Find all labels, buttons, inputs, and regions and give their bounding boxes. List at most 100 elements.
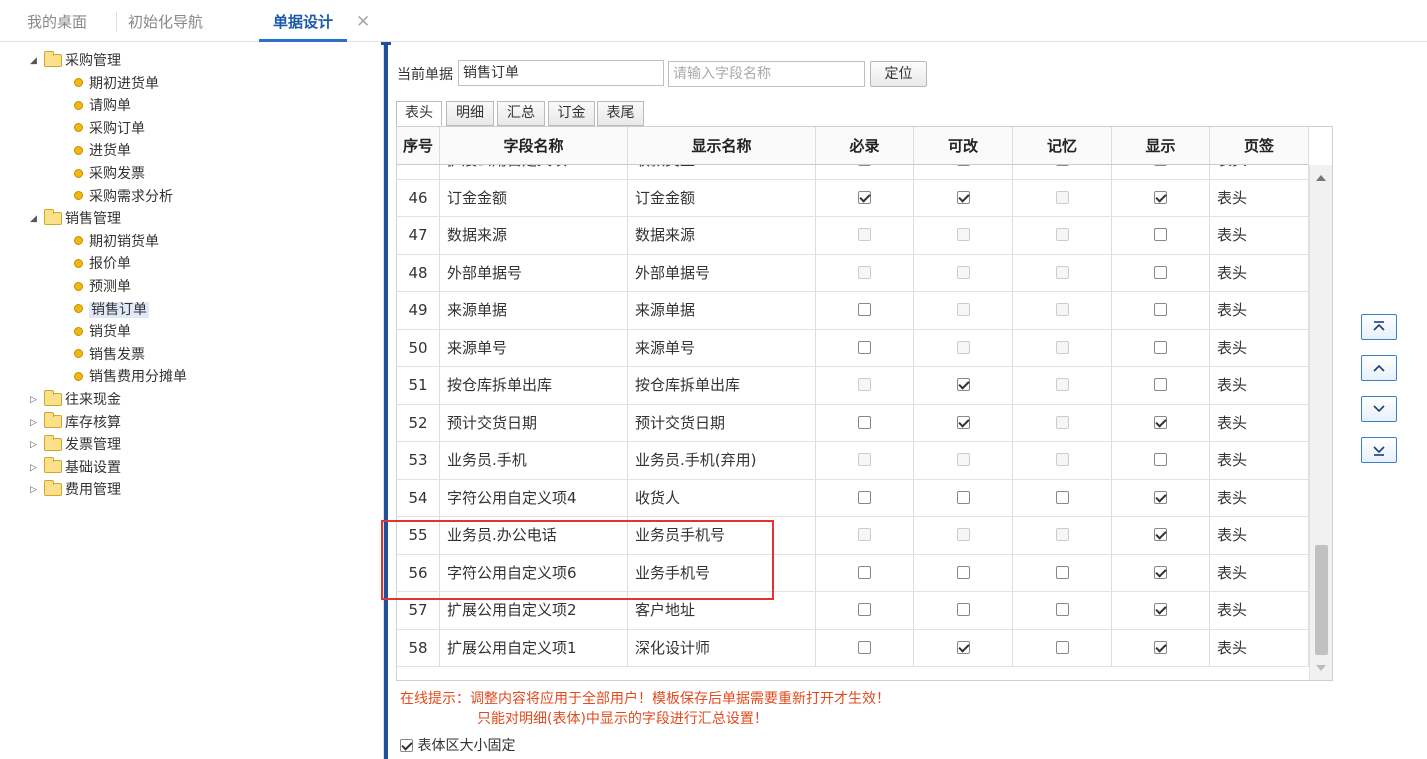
cell-page[interactable]: 表头 [1210, 254, 1309, 291]
cell-display[interactable]: 收货人 [628, 479, 816, 516]
tab-my-desktop[interactable]: 我的桌面 [27, 0, 87, 41]
cell-display[interactable]: 深化设计师 [628, 629, 816, 666]
fixed-size-checkbox[interactable] [400, 738, 413, 752]
required-checkbox[interactable] [858, 340, 871, 354]
memory-checkbox[interactable] [1055, 565, 1069, 579]
subtab-detail[interactable]: 明细 [446, 101, 494, 126]
tree-item[interactable]: 采购需求分析 [74, 186, 173, 208]
tree-item[interactable]: 采购订单 [74, 118, 145, 140]
cell-page[interactable]: 表头 [1210, 442, 1309, 479]
locate-button[interactable]: 定位 [870, 61, 927, 87]
table-row[interactable]: 50 来源单号 来源单号 表头 [397, 329, 1309, 367]
expand-icon[interactable]: ▷ [30, 412, 40, 434]
show-checkbox[interactable] [1154, 303, 1167, 316]
show-checkbox[interactable] [1154, 340, 1167, 354]
cell-page[interactable]: 表头 [1210, 292, 1309, 329]
show-checkbox[interactable] [1154, 528, 1167, 541]
tab-init-nav[interactable]: 初始化导航 [128, 0, 203, 41]
show-checkbox[interactable] [1154, 603, 1167, 616]
show-checkbox[interactable] [1154, 190, 1167, 204]
tree-item[interactable]: 报价单 [74, 253, 131, 275]
show-checkbox[interactable] [1154, 378, 1167, 391]
memory-checkbox[interactable] [1055, 640, 1069, 654]
show-checkbox[interactable] [1154, 228, 1167, 241]
subtab-deposit[interactable]: 订金 [548, 101, 595, 126]
move-bottom-button[interactable] [1361, 437, 1397, 463]
table-row[interactable]: 51 按仓库拆单出库 按仓库拆单出库 表头 [397, 367, 1309, 405]
grid-scrollbar[interactable] [1309, 165, 1332, 680]
tree-item[interactable]: 采购发票 [74, 163, 145, 185]
table-row[interactable]: 48 外部单据号 外部单据号 表头 [397, 254, 1309, 292]
editable-checkbox[interactable] [956, 490, 970, 504]
editable-checkbox[interactable] [956, 190, 970, 204]
cell-display[interactable]: 收款类型 [628, 165, 816, 179]
tree-group[interactable]: ▷ 库存核算 [30, 412, 121, 434]
fixed-size-option[interactable]: 表体区大小固定 [400, 735, 515, 755]
tree-group[interactable]: ▷ 往来现金 [30, 389, 121, 411]
cell-display[interactable]: 订金金额 [628, 179, 816, 216]
cell-display[interactable]: 按仓库拆单出库 [628, 367, 816, 404]
tree-item[interactable]: 销货单 [74, 321, 131, 343]
tab-form-design[interactable]: 单据设计 [259, 0, 348, 42]
scroll-thumb[interactable] [1315, 545, 1328, 655]
required-checkbox[interactable] [858, 603, 871, 616]
table-row[interactable]: 58 扩展公用自定义项1 深化设计师 表头 [397, 629, 1309, 667]
expand-icon[interactable]: ▷ [30, 434, 40, 456]
subtab-header[interactable]: 表头 [396, 101, 442, 126]
cell-page[interactable]: 表头 [1210, 592, 1309, 629]
required-checkbox[interactable] [858, 190, 871, 204]
col-memory[interactable]: 记忆 [1013, 127, 1112, 164]
cell-display[interactable]: 来源单号 [628, 329, 816, 366]
required-checkbox[interactable] [858, 565, 871, 579]
tree-item[interactable]: 期初销货单 [74, 231, 159, 253]
show-checkbox[interactable] [1154, 453, 1167, 466]
tree-group[interactable]: ▷ 基础设置 [30, 457, 121, 479]
tree-item[interactable]: 销售费用分摊单 [74, 366, 187, 388]
required-checkbox[interactable] [858, 640, 871, 654]
expand-icon[interactable]: ▷ [30, 389, 40, 411]
editable-checkbox[interactable] [956, 415, 970, 429]
cell-page[interactable]: 表头 [1210, 179, 1309, 216]
col-required[interactable]: 必录 [816, 127, 914, 164]
col-show[interactable]: 显示 [1112, 127, 1210, 164]
tree-group[interactable]: ▷ 发票管理 [30, 434, 121, 456]
tree-item[interactable]: 预测单 [74, 276, 131, 298]
collapse-icon[interactable]: ◢ [30, 208, 40, 230]
cell-page[interactable]: 表头 [1210, 404, 1309, 441]
cell-display[interactable]: 业务手机号 [628, 554, 816, 591]
table-row[interactable]: 57 扩展公用自定义项2 客户地址 表头 [397, 592, 1309, 630]
cell-display[interactable]: 来源单据 [628, 292, 816, 329]
scroll-down-icon[interactable] [1316, 665, 1326, 671]
cell-page[interactable]: 表头 [1210, 517, 1309, 554]
table-row[interactable]: 47 数据来源 数据来源 表头 [397, 217, 1309, 255]
cell-display[interactable]: 业务员.手机(弃用) [628, 442, 816, 479]
editable-checkbox[interactable] [956, 640, 970, 654]
memory-checkbox[interactable] [1055, 603, 1069, 616]
table-row[interactable]: 46 订金金额 订金金额 表头 [397, 179, 1309, 217]
editable-checkbox[interactable] [956, 378, 970, 391]
memory-checkbox[interactable] [1055, 490, 1069, 504]
cell-page[interactable]: 表头 [1210, 165, 1309, 179]
field-search-input[interactable]: 请输入字段名称 [668, 61, 865, 87]
tab-close-icon[interactable]: ✕ [356, 0, 370, 44]
col-editable[interactable]: 可改 [914, 127, 1013, 164]
tree-item[interactable]: 销售订单 [74, 299, 149, 321]
cell-page[interactable]: 表头 [1210, 367, 1309, 404]
table-row[interactable]: 52 预计交货日期 预计交货日期 表头 [397, 404, 1309, 442]
show-checkbox[interactable] [1154, 640, 1167, 654]
expand-icon[interactable]: ▷ [30, 479, 40, 501]
table-row[interactable]: 53 业务员.手机 业务员.手机(弃用) 表头 [397, 442, 1309, 480]
col-seq[interactable]: 序号 [397, 127, 440, 164]
show-checkbox[interactable] [1154, 165, 1167, 166]
tree-item[interactable]: 请购单 [74, 95, 131, 117]
tree-group[interactable]: ◢ 采购管理 [30, 50, 121, 72]
cell-page[interactable]: 表头 [1210, 329, 1309, 366]
show-checkbox[interactable] [1154, 415, 1167, 429]
cell-display[interactable]: 数据来源 [628, 217, 816, 254]
show-checkbox[interactable] [1154, 265, 1167, 279]
cell-page[interactable]: 表头 [1210, 554, 1309, 591]
tree-group[interactable]: ▷ 费用管理 [30, 479, 121, 501]
cell-display[interactable]: 客户地址 [628, 592, 816, 629]
cell-display[interactable]: 预计交货日期 [628, 404, 816, 441]
tree-item[interactable]: 期初进货单 [74, 73, 159, 95]
